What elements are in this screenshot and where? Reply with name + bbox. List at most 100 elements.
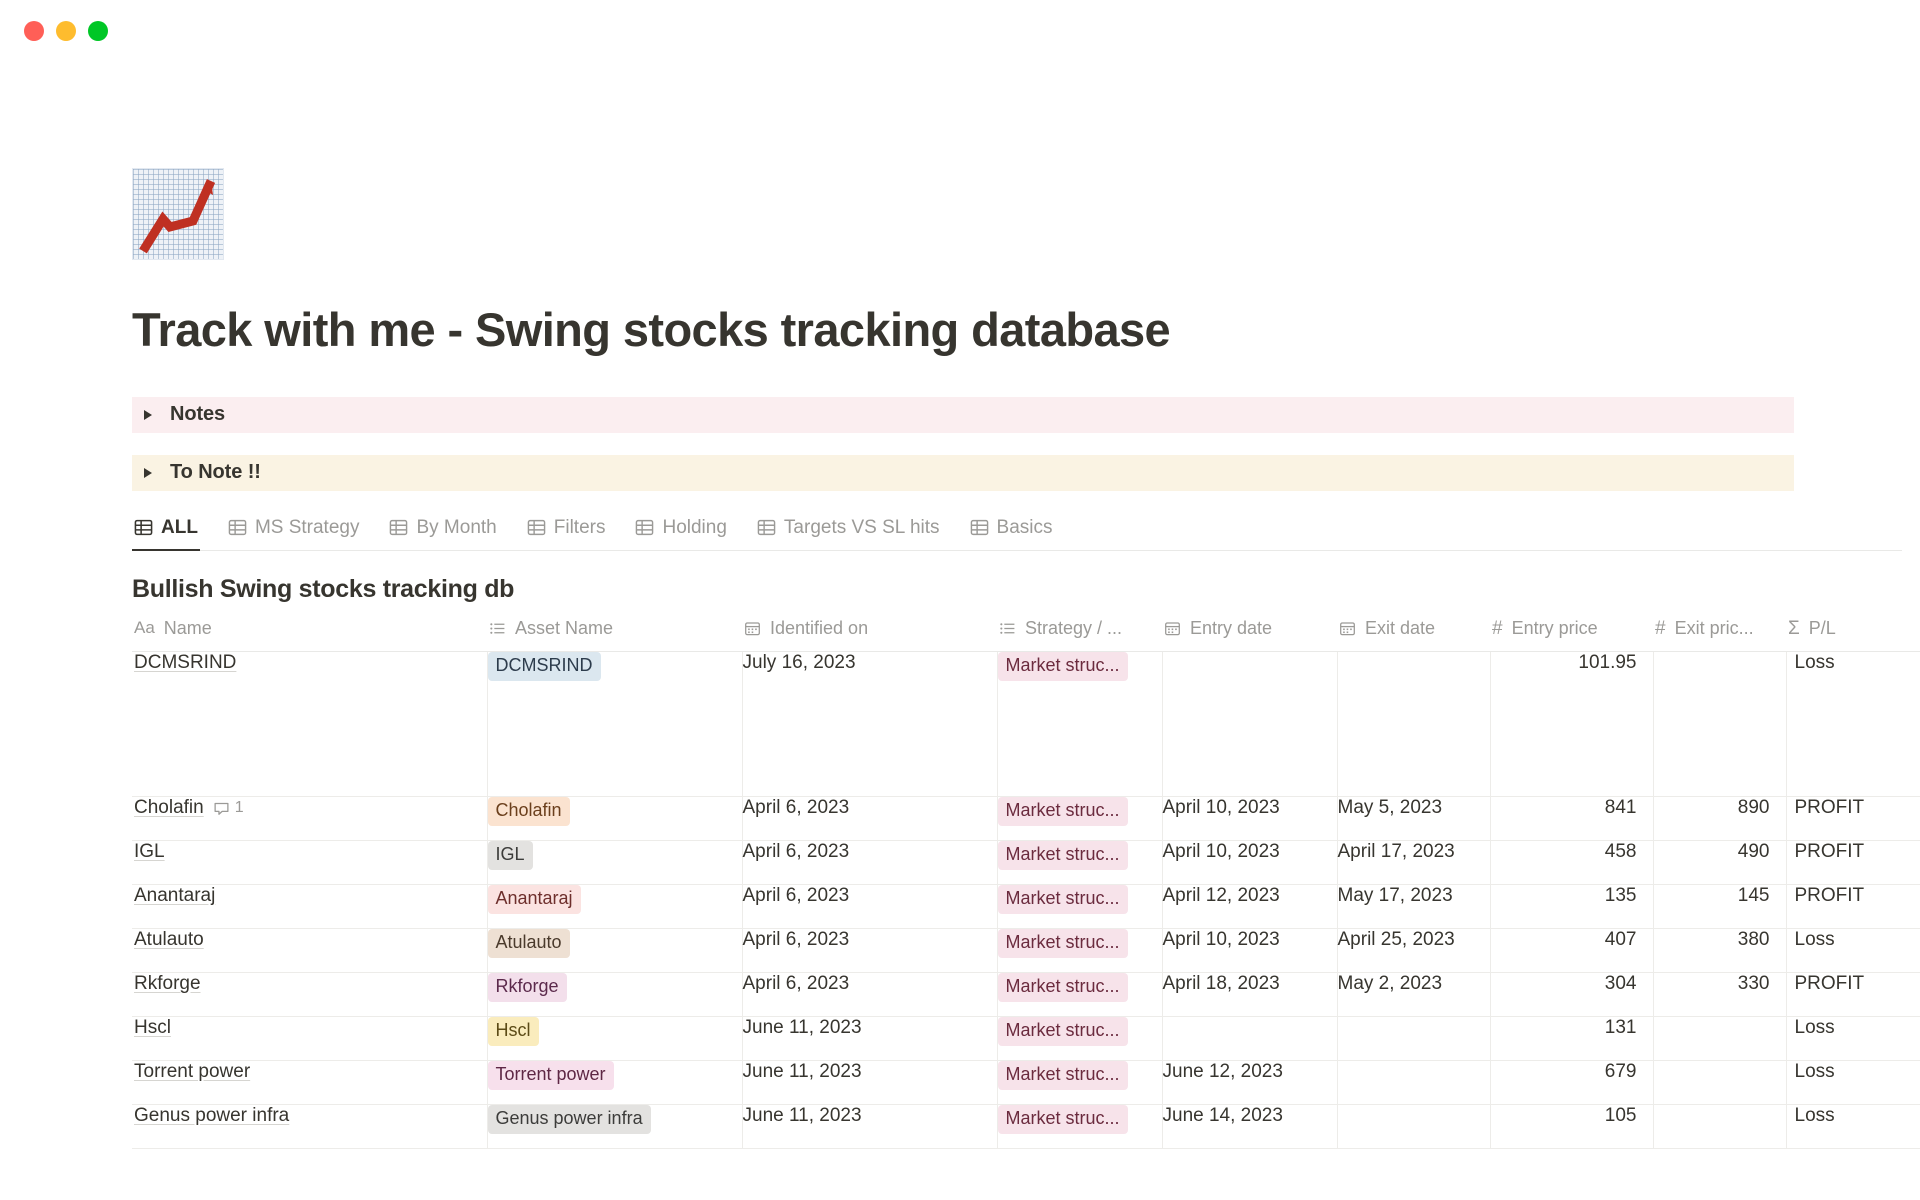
- cell-entry-price[interactable]: 841: [1490, 797, 1653, 841]
- cell-exit-price[interactable]: [1653, 1105, 1786, 1149]
- column-header-pl[interactable]: Σ P/L: [1786, 618, 1920, 652]
- cell-exit-price[interactable]: 490: [1653, 841, 1786, 885]
- row-name-link[interactable]: DCMSRIND: [134, 652, 236, 674]
- cell-exit-price[interactable]: [1653, 652, 1786, 797]
- cell-exit-date[interactable]: [1337, 1017, 1490, 1061]
- cell-pl[interactable]: PROFIT: [1786, 841, 1920, 885]
- tab-by-month[interactable]: By Month: [387, 513, 498, 551]
- tab-holding[interactable]: Holding: [633, 513, 728, 551]
- cell-asset-name[interactable]: Cholafin: [487, 797, 742, 841]
- toggle-to-note[interactable]: To Note !!: [132, 455, 1794, 491]
- cell-identified-on[interactable]: April 6, 2023: [742, 929, 997, 973]
- cell-entry-date[interactable]: April 10, 2023: [1162, 797, 1337, 841]
- cell-exit-date[interactable]: May 2, 2023: [1337, 973, 1490, 1017]
- cell-exit-date[interactable]: [1337, 1061, 1490, 1105]
- column-header-entry-price[interactable]: # Entry price: [1490, 618, 1653, 652]
- cell-asset-name[interactable]: Anantaraj: [487, 885, 742, 929]
- table-row[interactable]: AnantarajAnantarajApril 6, 2023Market st…: [132, 885, 1920, 929]
- table-row[interactable]: RkforgeRkforgeApril 6, 2023Market struc.…: [132, 973, 1920, 1017]
- cell-strategy[interactable]: Market struc...: [997, 1061, 1162, 1105]
- minimize-window-button[interactable]: [56, 21, 76, 41]
- cell-pl[interactable]: Loss: [1786, 929, 1920, 973]
- row-name-link[interactable]: Anantaraj: [134, 885, 215, 907]
- tab-basics[interactable]: Basics: [968, 513, 1055, 551]
- row-name-link[interactable]: Hscl: [134, 1017, 171, 1039]
- cell-identified-on[interactable]: April 6, 2023: [742, 973, 997, 1017]
- cell-name[interactable]: Atulauto: [132, 929, 487, 973]
- cell-pl[interactable]: Loss: [1786, 1017, 1920, 1061]
- cell-identified-on[interactable]: June 11, 2023: [742, 1061, 997, 1105]
- cell-exit-date[interactable]: [1337, 1105, 1490, 1149]
- cell-strategy[interactable]: Market struc...: [997, 652, 1162, 797]
- table-row[interactable]: Genus power infraGenus power infraJune 1…: [132, 1105, 1920, 1149]
- cell-pl[interactable]: PROFIT: [1786, 885, 1920, 929]
- cell-entry-price[interactable]: 458: [1490, 841, 1653, 885]
- cell-entry-date[interactable]: April 10, 2023: [1162, 841, 1337, 885]
- cell-entry-date[interactable]: April 12, 2023: [1162, 885, 1337, 929]
- cell-exit-price[interactable]: [1653, 1061, 1786, 1105]
- row-name-link[interactable]: Atulauto: [134, 929, 204, 951]
- cell-entry-price[interactable]: 407: [1490, 929, 1653, 973]
- cell-pl[interactable]: Loss: [1786, 1105, 1920, 1149]
- cell-pl[interactable]: PROFIT: [1786, 797, 1920, 841]
- table-row[interactable]: Torrent powerTorrent powerJune 11, 2023M…: [132, 1061, 1920, 1105]
- cell-identified-on[interactable]: June 11, 2023: [742, 1017, 997, 1061]
- table-row[interactable]: AtulautoAtulautoApril 6, 2023Market stru…: [132, 929, 1920, 973]
- cell-asset-name[interactable]: DCMSRIND: [487, 652, 742, 797]
- cell-asset-name[interactable]: Genus power infra: [487, 1105, 742, 1149]
- cell-identified-on[interactable]: June 11, 2023: [742, 1105, 997, 1149]
- cell-strategy[interactable]: Market struc...: [997, 885, 1162, 929]
- cell-entry-date[interactable]: [1162, 1017, 1337, 1061]
- column-header-exit-price[interactable]: # Exit pric...: [1653, 618, 1786, 652]
- column-header-name[interactable]: Aa Name: [132, 618, 487, 652]
- cell-asset-name[interactable]: Hscl: [487, 1017, 742, 1061]
- cell-entry-price[interactable]: 101.95: [1490, 652, 1653, 797]
- column-header-strategy[interactable]: Strategy / ...: [997, 618, 1162, 652]
- cell-pl[interactable]: Loss: [1786, 1061, 1920, 1105]
- cell-strategy[interactable]: Market struc...: [997, 929, 1162, 973]
- cell-exit-date[interactable]: April 25, 2023: [1337, 929, 1490, 973]
- cell-name[interactable]: Genus power infra: [132, 1105, 487, 1149]
- cell-exit-date[interactable]: May 17, 2023: [1337, 885, 1490, 929]
- cell-entry-date[interactable]: [1162, 652, 1337, 797]
- cell-pl[interactable]: PROFIT: [1786, 973, 1920, 1017]
- row-name-link[interactable]: Genus power infra: [134, 1105, 289, 1127]
- toggle-notes[interactable]: Notes: [132, 397, 1794, 433]
- table-row[interactable]: HsclHsclJune 11, 2023Market struc...131L…: [132, 1017, 1920, 1061]
- cell-name[interactable]: Torrent power: [132, 1061, 487, 1105]
- tab-ms-strategy[interactable]: MS Strategy: [226, 513, 362, 551]
- cell-asset-name[interactable]: Rkforge: [487, 973, 742, 1017]
- cell-name[interactable]: Hscl: [132, 1017, 487, 1061]
- cell-pl[interactable]: Loss: [1786, 652, 1920, 797]
- cell-exit-date[interactable]: May 5, 2023: [1337, 797, 1490, 841]
- row-name-link[interactable]: Torrent power: [134, 1061, 250, 1083]
- cell-exit-price[interactable]: [1653, 1017, 1786, 1061]
- row-name-link[interactable]: IGL: [134, 841, 165, 863]
- cell-entry-price[interactable]: 304: [1490, 973, 1653, 1017]
- cell-asset-name[interactable]: Torrent power: [487, 1061, 742, 1105]
- cell-entry-date[interactable]: April 18, 2023: [1162, 973, 1337, 1017]
- chevron-right-icon[interactable]: [144, 410, 152, 420]
- tab-targets-vs-sl-hits[interactable]: Targets VS SL hits: [755, 513, 942, 551]
- cell-strategy[interactable]: Market struc...: [997, 797, 1162, 841]
- cell-name[interactable]: IGL: [132, 841, 487, 885]
- row-name-link[interactable]: Cholafin: [134, 797, 204, 819]
- comment-count[interactable]: 1: [213, 799, 244, 817]
- column-header-exit-date[interactable]: Exit date: [1337, 618, 1490, 652]
- cell-identified-on[interactable]: April 6, 2023: [742, 885, 997, 929]
- cell-entry-price[interactable]: 679: [1490, 1061, 1653, 1105]
- cell-name[interactable]: Cholafin 1: [132, 797, 487, 841]
- maximize-window-button[interactable]: [88, 21, 108, 41]
- cell-entry-price[interactable]: 135: [1490, 885, 1653, 929]
- cell-exit-price[interactable]: 330: [1653, 973, 1786, 1017]
- table-row[interactable]: Cholafin1CholafinApril 6, 2023Market str…: [132, 797, 1920, 841]
- cell-exit-price[interactable]: 890: [1653, 797, 1786, 841]
- cell-identified-on[interactable]: April 6, 2023: [742, 797, 997, 841]
- chart-increasing-icon[interactable]: [132, 168, 224, 260]
- cell-name[interactable]: DCMSRIND: [132, 652, 487, 797]
- cell-strategy[interactable]: Market struc...: [997, 841, 1162, 885]
- cell-strategy[interactable]: Market struc...: [997, 1105, 1162, 1149]
- column-header-identified-on[interactable]: Identified on: [742, 618, 997, 652]
- cell-exit-price[interactable]: 145: [1653, 885, 1786, 929]
- cell-strategy[interactable]: Market struc...: [997, 1017, 1162, 1061]
